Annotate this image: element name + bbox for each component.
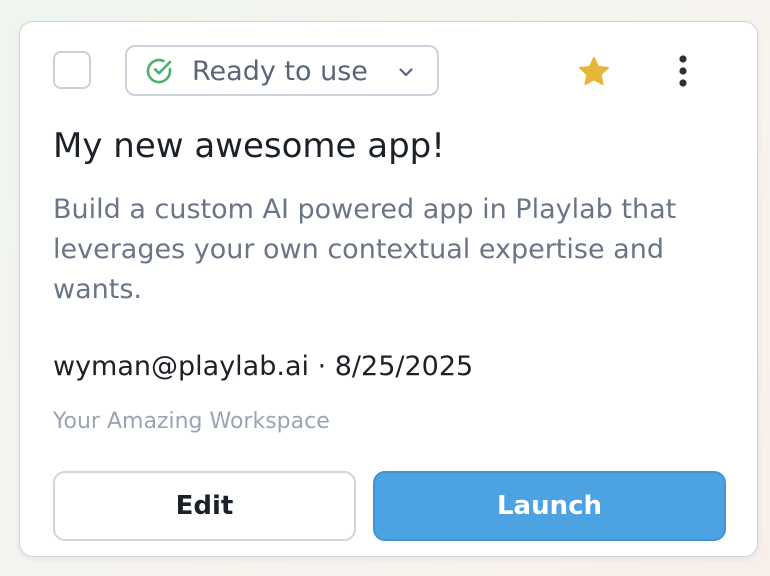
more-vertical-icon[interactable]: [668, 52, 698, 90]
author-date: wyman@playlab.ai · 8/25/2025: [53, 351, 474, 382]
workspace-name: Your Amazing Workspace: [53, 409, 330, 434]
check-circle-icon: [146, 58, 172, 84]
launch-button[interactable]: Launch: [373, 471, 726, 541]
app-title: My new awesome app!: [53, 126, 445, 166]
status-label: Ready to use: [192, 56, 368, 87]
app-description: Build a custom AI powered app in Playlab…: [53, 194, 677, 305]
edit-button[interactable]: Edit: [53, 471, 356, 541]
select-checkbox[interactable]: [53, 51, 91, 89]
chevron-down-icon: [399, 68, 413, 77]
app-card: Ready to use My new awesome app! Build a…: [19, 21, 758, 557]
star-icon[interactable]: [576, 54, 612, 90]
status-dropdown[interactable]: Ready to use: [125, 45, 439, 96]
